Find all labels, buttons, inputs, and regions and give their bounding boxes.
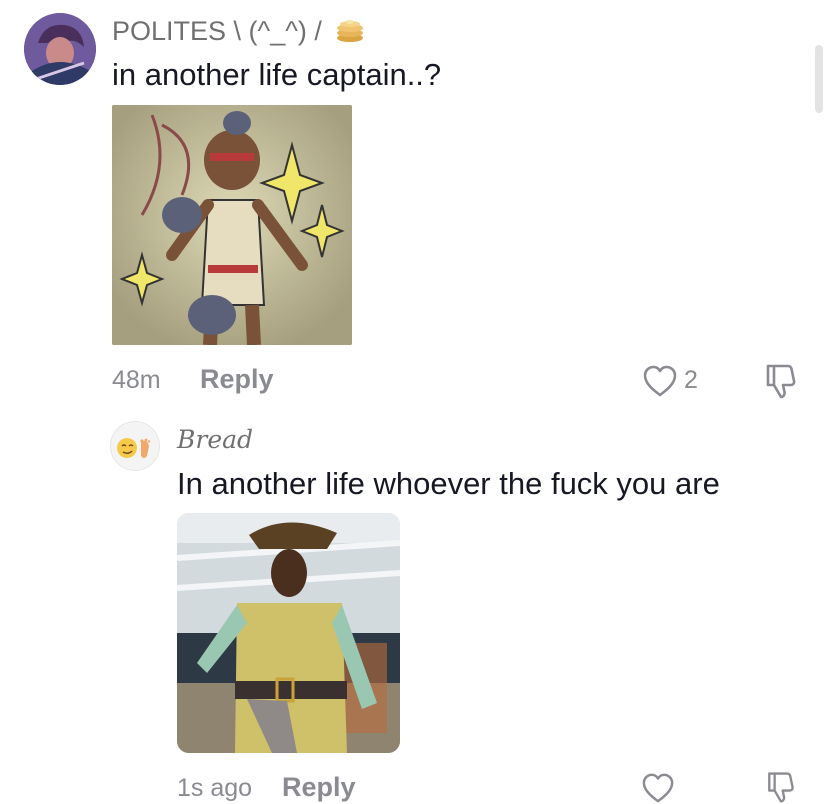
comment-username[interactable]: Bread bbox=[177, 425, 253, 454]
pirate-costume-photo bbox=[177, 513, 400, 753]
comment-text: In another life whoever the fuck you are bbox=[177, 466, 720, 501]
comment-timestamp: 1s ago bbox=[177, 774, 253, 802]
reply-button[interactable]: Reply bbox=[282, 772, 356, 803]
pancakes-emoji-icon bbox=[337, 20, 364, 42]
thumbs-down-icon[interactable] bbox=[762, 362, 798, 400]
character-drawing-image bbox=[112, 105, 352, 345]
thumbs-down-icon[interactable] bbox=[762, 770, 798, 804]
heart-outline-icon[interactable] bbox=[640, 772, 676, 804]
comment-image[interactable] bbox=[112, 105, 352, 345]
username-text: POLITES \ (^_^) / bbox=[112, 16, 322, 46]
reply-button[interactable]: Reply bbox=[200, 364, 274, 395]
avatar[interactable] bbox=[24, 13, 96, 85]
like-count: 2 bbox=[684, 366, 698, 394]
heart-outline-icon[interactable] bbox=[642, 364, 678, 398]
comment-username[interactable]: POLITES \ (^_^) / bbox=[112, 16, 365, 47]
smirk-foot-emoji-icon bbox=[117, 438, 151, 458]
scrollbar[interactable] bbox=[815, 45, 823, 113]
comment-image[interactable] bbox=[177, 513, 400, 753]
avatar[interactable] bbox=[110, 421, 160, 471]
comment-timestamp: 48m bbox=[112, 366, 161, 394]
comment-text: in another life captain..? bbox=[112, 57, 442, 92]
avatar-drawing bbox=[24, 13, 96, 85]
